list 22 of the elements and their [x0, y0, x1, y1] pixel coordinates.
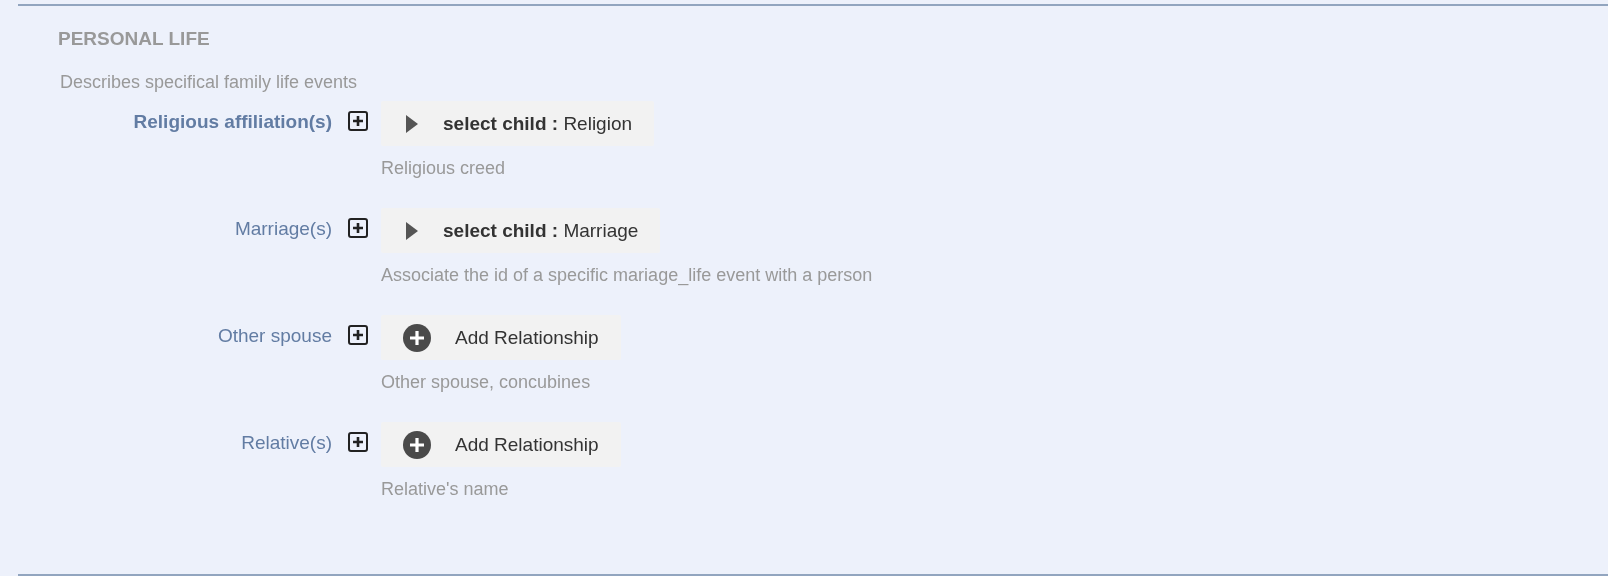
play-icon	[405, 113, 419, 134]
add-relationship-button[interactable]: Add Relationship	[381, 422, 621, 467]
expand-icon[interactable]	[348, 325, 368, 345]
play-icon	[405, 220, 419, 241]
add-relationship-button[interactable]: Add Relationship	[381, 315, 621, 360]
expand-icon[interactable]	[348, 432, 368, 452]
expand-icon[interactable]	[348, 111, 368, 131]
section-title: PERSONAL LIFE	[58, 28, 211, 50]
help-text: Religious creed	[381, 158, 507, 179]
select-child-button[interactable]: select child : Marriage	[381, 208, 661, 253]
field-label: Relative(s)	[240, 431, 332, 454]
select-child-button[interactable]: select child : Religion	[381, 101, 655, 146]
add-icon	[403, 430, 431, 459]
help-text: Other spouse, concubines	[381, 372, 592, 393]
help-text: Relative's name	[381, 479, 510, 500]
section-description: Describes specifical family life events	[60, 72, 359, 93]
help-text: Associate the id of a specific mariage_life event with a person	[381, 265, 873, 286]
field-label: Religious affiliation(s)	[132, 110, 332, 133]
field-label: Other spouse	[216, 324, 332, 347]
field-label: Marriage(s)	[233, 217, 332, 240]
expand-icon[interactable]	[348, 218, 368, 238]
add-icon	[403, 323, 431, 352]
